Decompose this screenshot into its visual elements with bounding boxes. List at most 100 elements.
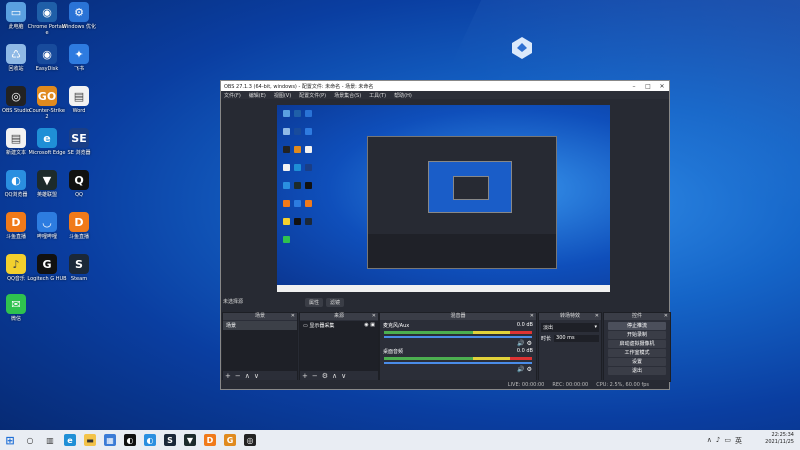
app-icon[interactable]: ◐ <box>124 434 136 446</box>
source-item[interactable]: ▭ 显示器采集 ◉ ▣ <box>300 321 378 330</box>
move-down-icon[interactable]: ∨ <box>254 372 259 380</box>
transitions-dock-title: 转场特效 <box>559 313 580 319</box>
computer-icon: ▭ <box>6 2 26 22</box>
preview-tabs: 属性 滤镜 <box>305 298 345 307</box>
scenes-dock: 场景 ✕ 场景 + − ∧ ∨ <box>222 312 298 382</box>
dock-close-icon[interactable]: ✕ <box>291 313 295 320</box>
lock-icon[interactable]: ▣ <box>370 322 375 328</box>
desktop-icon[interactable]: ▤ Word <box>59 86 99 114</box>
exit-button[interactable]: 退出 <box>608 367 666 375</box>
lol-icon[interactable]: ▼ <box>184 434 196 446</box>
gear-icon[interactable]: ⚙ <box>322 372 328 380</box>
stop-streaming-button[interactable]: 停止推流 <box>608 322 666 330</box>
channel-name: 麦克风/Aux <box>383 323 410 329</box>
desktop-icon[interactable]: ⚙ Windows 优化 <box>59 2 99 30</box>
start-recording-button[interactable]: 开始录制 <box>608 331 666 339</box>
mixer-channel-desktop: 桌面音频 0.0 dB 🔊 ⚙ <box>380 347 536 373</box>
speaker-icon[interactable]: 🔊 <box>517 340 524 347</box>
eye-icon[interactable]: ◉ <box>364 322 368 328</box>
desktop-icon[interactable]: ✉ 微信 <box>0 294 36 322</box>
desktop-icon[interactable]: ✦ 飞书 <box>59 44 99 72</box>
maximize-icon[interactable]: □ <box>641 83 655 90</box>
move-up-icon[interactable]: ∧ <box>245 372 250 380</box>
mixer-channels: 麦克风/Aux 0.0 dB 🔊 ⚙ 桌面音频 0.0 dB 🔊 ⚙ <box>380 321 536 381</box>
speaker-icon[interactable]: 🔊 <box>517 366 524 373</box>
scene-item[interactable]: 场景 <box>223 321 297 330</box>
obs-icon: ◎ <box>6 86 26 106</box>
desktop-icon[interactable]: SE SE 浏览器 <box>59 128 99 156</box>
volume-icon[interactable]: ♪ <box>716 436 720 446</box>
task-view-icon[interactable]: ▥ <box>44 434 56 446</box>
store-icon[interactable]: ▦ <box>104 434 116 446</box>
desktop-icon-label: SE 浏览器 <box>67 150 91 156</box>
menu-scene-collection[interactable]: 场景集合(S) <box>334 92 361 99</box>
minimize-icon[interactable]: – <box>627 83 641 90</box>
preview-edge-icon <box>294 164 301 171</box>
settings-button[interactable]: 设置 <box>608 358 666 366</box>
filters-button[interactable]: 滤镜 <box>326 298 345 307</box>
audio-mixer-dock: 混音器 ✕ 麦克风/Aux 0.0 dB 🔊 ⚙ 桌面音频 0.0 dB 🔊 ⚙ <box>379 312 537 382</box>
dock-close-icon[interactable]: ✕ <box>664 313 668 320</box>
steam-icon[interactable]: S <box>164 434 176 446</box>
sources-dock-header: 来源 ✕ <box>300 313 378 320</box>
transition-select[interactable]: 淡出 ▾ <box>541 323 599 332</box>
add-source-icon[interactable]: + <box>302 372 308 380</box>
menu-profile[interactable]: 配置文件(P) <box>299 92 326 99</box>
duration-input[interactable]: 300 ms <box>554 335 599 342</box>
live-status: LIVE: 00:00:00 <box>507 381 545 388</box>
menu-view[interactable]: 视图(V) <box>274 92 291 99</box>
remove-scene-icon[interactable]: − <box>235 372 241 380</box>
qq-icon: Q <box>69 170 89 190</box>
gear-icon[interactable]: ⚙ <box>527 366 532 373</box>
preview-taskbar <box>277 285 610 292</box>
preview-douyu-icon <box>305 200 312 207</box>
menu-tools[interactable]: 工具(T) <box>369 92 386 99</box>
add-scene-icon[interactable]: + <box>225 372 231 380</box>
dock-close-icon[interactable]: ✕ <box>595 313 599 320</box>
preview-se-browser-icon <box>305 164 312 171</box>
volume-slider[interactable] <box>384 362 532 364</box>
preview-canvas[interactable] <box>277 105 610 292</box>
clock[interactable]: 22:25:34 2021/11/25 <box>765 432 794 446</box>
qq-browser-icon[interactable]: ◐ <box>144 434 156 446</box>
volume-slider[interactable] <box>384 336 532 338</box>
move-down-icon[interactable]: ∨ <box>341 372 346 380</box>
windows-start-icon[interactable]: ⊞ <box>4 434 16 447</box>
ime-indicator[interactable]: 英 <box>735 436 742 446</box>
menu-edit[interactable]: 编辑(E) <box>249 92 266 99</box>
properties-button[interactable]: 属性 <box>305 298 324 307</box>
channel-controls: 🔊 ⚙ <box>380 366 536 373</box>
transition-type: 淡出 <box>543 325 554 331</box>
menu-help[interactable]: 帮助(H) <box>394 92 412 99</box>
mixer-dock-header: 混音器 ✕ <box>380 313 536 320</box>
preview-recycle-bin-icon <box>283 128 290 135</box>
move-up-icon[interactable]: ∧ <box>332 372 337 380</box>
dock-close-icon[interactable]: ✕ <box>530 313 534 320</box>
close-icon[interactable]: ✕ <box>655 83 669 90</box>
desktop-icon[interactable]: S Steam <box>59 254 99 282</box>
dock-close-icon[interactable]: ✕ <box>372 313 376 320</box>
scenes-dock-title: 场景 <box>254 313 265 319</box>
preview-text-file-icon <box>283 164 290 171</box>
gear-icon[interactable]: ⚙ <box>527 340 532 347</box>
cs-icon[interactable]: G <box>224 434 236 446</box>
menu-file[interactable]: 文件(F) <box>224 92 241 99</box>
channel-db: 0.0 dB <box>516 348 533 354</box>
search-icon[interactable]: ○ <box>24 434 36 446</box>
network-icon[interactable]: ▭ <box>724 436 731 446</box>
volume-meter <box>384 357 532 360</box>
preview-chrome-circle-icon <box>294 110 301 117</box>
file-explorer-icon[interactable]: ▬ <box>84 434 96 446</box>
nested-docks <box>368 234 556 268</box>
edge-icon[interactable]: e <box>64 434 76 446</box>
desktop-icon[interactable]: D 斗鱼直播 <box>59 212 99 240</box>
transitions-dock-header: 转场特效 ✕ <box>539 313 601 320</box>
tray-expand-icon[interactable]: ∧ <box>707 436 712 446</box>
desktop-icon[interactable]: Q QQ <box>59 170 99 198</box>
douyu-icon[interactable]: D <box>204 434 216 446</box>
studio-mode-button[interactable]: 工作室模式 <box>608 349 666 357</box>
start-virtual-camera-button[interactable]: 启动虚拟摄像机 <box>608 340 666 348</box>
obs-icon[interactable]: ◎ <box>244 434 256 446</box>
status-bar: LIVE: 00:00:00 REC: 00:00:00 CPU: 2.5%, … <box>221 380 669 389</box>
remove-source-icon[interactable]: − <box>312 372 318 380</box>
